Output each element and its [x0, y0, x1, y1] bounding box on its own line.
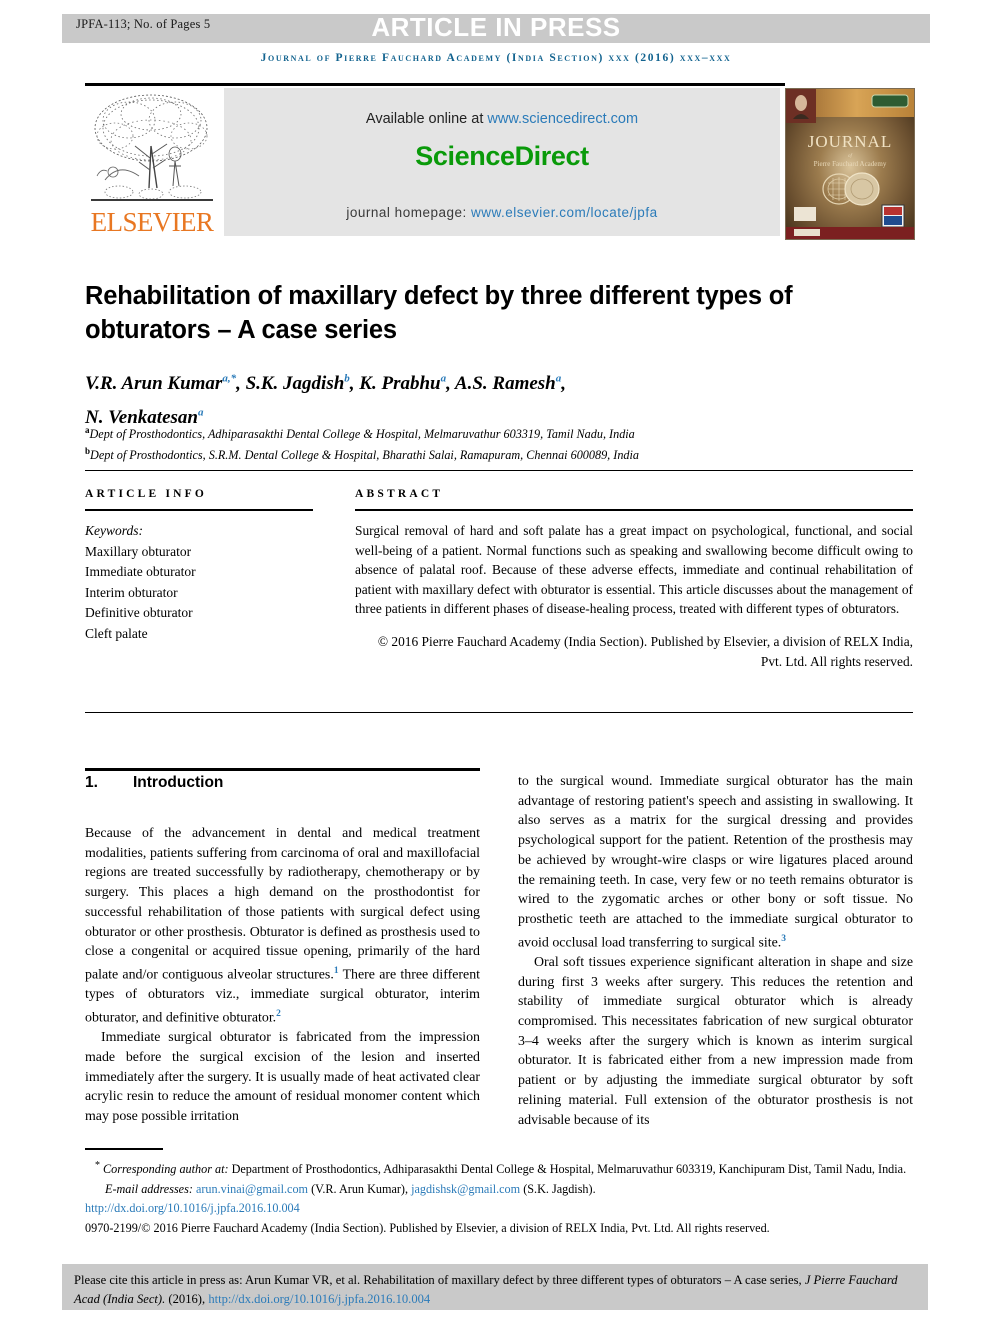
affiliation-a-text: Dept of Prosthodontics, Adhiparasakthi D… — [89, 427, 635, 442]
abstract-heading: ABSTRACT — [355, 488, 444, 500]
article-info-rule — [85, 509, 313, 511]
citation-reference[interactable]: 1 — [334, 966, 339, 976]
cite-doi-link[interactable]: http://dx.doi.org/10.1016/j.jpfa.2016.10… — [208, 1292, 430, 1306]
author-affil-marker: a,* — [222, 373, 237, 385]
email-owner-2: (S.K. Jagdish). — [523, 1181, 596, 1196]
issn-copyright-line: 0970-2199/© 2016 Pierre Fauchard Academy… — [85, 1220, 770, 1235]
author-name: K. Prabhu — [359, 373, 441, 395]
available-online-line: Available online at www.sciencedirect.co… — [224, 111, 780, 127]
abstract-copyright: © 2016 Pierre Fauchard Academy (India Se… — [377, 633, 913, 669]
email-label: E-mail addresses: — [105, 1181, 193, 1196]
svg-text:of: of — [848, 154, 853, 159]
paragraph: to the surgical wound. Immediate surgica… — [518, 774, 913, 951]
elsevier-logo: ELSEVIER — [85, 88, 219, 238]
page-title: Rehabilitation of maxillary defect by th… — [85, 282, 793, 345]
paragraph: Oral soft tissues experience significant… — [518, 954, 913, 1128]
citation-reference[interactable]: 3 — [781, 934, 786, 944]
available-online-prefix: Available online at — [365, 111, 488, 127]
author-name: V.R. Arun Kumar — [85, 373, 223, 395]
article-info-heading: ARTICLE INFO — [85, 488, 208, 500]
article-info-column: ARTICLE INFO Keywords: Maxillary obturat… — [85, 488, 315, 644]
introduction-top-rule — [85, 768, 480, 771]
author-affil-marker: b — [344, 373, 350, 385]
corresponding-author-text: Department of Prosthodontics, Adhiparasa… — [228, 1162, 907, 1177]
journal-homepage-link[interactable]: www.elsevier.com/locate/jpfa — [471, 205, 658, 220]
elsevier-tree-icon — [91, 94, 213, 201]
elsevier-wordmark: ELSEVIER — [90, 207, 214, 237]
body-column-left: Because of the advancement in dental and… — [85, 824, 480, 1127]
section-number: 1. — [85, 774, 98, 791]
journal-homepage-prefix: journal homepage: — [346, 205, 471, 220]
corresponding-author-marker: * — [95, 1160, 100, 1171]
author-affil-marker: a — [440, 373, 447, 385]
masthead: ELSEVIER Available online at www.science… — [85, 86, 915, 240]
keyword-item: Maxillary obturator — [85, 543, 192, 559]
doi-link[interactable]: http://dx.doi.org/10.1016/j.jpfa.2016.10… — [85, 1200, 915, 1218]
keywords-label: Keywords: — [85, 523, 143, 538]
abstract-block-top-rule — [85, 470, 913, 471]
sciencedirect-wordmark: ScienceDirect — [415, 141, 589, 171]
corresponding-author-label: Corresponding author at: — [103, 1162, 229, 1177]
journal-citation-line: Journal of Pierre Fauchard Academy (Indi… — [260, 52, 732, 64]
cite-year: (2016), — [165, 1291, 209, 1306]
sciencedirect-banner: Available online at www.sciencedirect.co… — [224, 88, 780, 236]
email-link-1[interactable]: arun.vinai@gmail.com — [196, 1182, 308, 1196]
svg-text:JOURNAL: JOURNAL — [808, 132, 892, 151]
abstract-block-bottom-rule — [85, 712, 913, 713]
cite-this-article-text: Please cite this article in press as: Ar… — [74, 1271, 916, 1308]
affiliation-b-text: Dept of Prosthodontics, S.R.M. Dental Co… — [90, 448, 639, 463]
author-entry: V.R. Arun Kumara,* — [85, 373, 236, 394]
svg-text:Pierre Fauchard Academy: Pierre Fauchard Academy — [814, 160, 887, 168]
affiliation-a: aDept of Prosthodontics, Adhiparasakthi … — [85, 425, 635, 442]
sciencedirect-link[interactable]: www.sciencedirect.com — [487, 111, 638, 127]
footnote-block: * Corresponding author at: Department of… — [85, 1157, 915, 1237]
citation-reference[interactable]: 2 — [276, 1009, 281, 1019]
footnote-separator-rule — [85, 1148, 163, 1150]
affiliation-b: bDept of Prosthodontics, S.R.M. Dental C… — [85, 446, 639, 463]
affiliation-list: aDept of Prosthodontics, Adhiparasakthi … — [85, 422, 875, 464]
author-entry: S.K. Jagdishb — [246, 373, 350, 394]
author-name: A.S. Ramesh — [454, 373, 556, 395]
abstract-rule — [355, 509, 913, 511]
keyword-item: Interim obturator — [85, 584, 178, 600]
author-entry: A.S. Ramesha — [455, 373, 561, 394]
author-entry: K. Prabhua — [359, 373, 446, 394]
journal-cover-thumbnail: JOURNAL of Pierre Fauchard Academy — [785, 88, 915, 240]
author-name: S.K. Jagdish — [245, 373, 345, 395]
section-title: Introduction — [133, 774, 224, 791]
corresponding-author-note: * Corresponding author at: Department of… — [85, 1157, 915, 1179]
cite-prefix: Please cite this article in press as: Ar… — [74, 1273, 805, 1287]
journal-cover-art: JOURNAL of Pierre Fauchard Academy — [786, 89, 914, 239]
paragraph: Immediate surgical obturator is fabricat… — [85, 1030, 480, 1125]
abstract-text: Surgical removal of hard and soft palate… — [355, 523, 913, 617]
section-heading-introduction: 1. Introduction — [85, 774, 485, 792]
article-in-press-text: ARTICLE IN PRESS — [371, 12, 621, 42]
author-affil-marker: a — [197, 406, 204, 419]
email-link-2[interactable]: jagdishsk@gmail.com — [411, 1182, 520, 1196]
body-column-right: to the surgical wound. Immediate surgica… — [518, 772, 913, 1130]
paragraph: Because of the advancement in dental and… — [85, 826, 480, 1026]
keyword-item: Definitive obturator — [85, 605, 193, 620]
keyword-item: Immediate obturator — [85, 564, 196, 579]
email-owner-1: (V.R. Arun Kumar) — [311, 1181, 405, 1196]
email-note: E-mail addresses: arun.vinai@gmail.com (… — [105, 1181, 596, 1196]
abstract-column: ABSTRACT Surgical removal of hard and so… — [355, 488, 913, 671]
journal-homepage-line: journal homepage: www.elsevier.com/locat… — [224, 205, 780, 220]
author-affil-marker: a — [555, 373, 562, 385]
keyword-item: Cleft palate — [85, 625, 148, 641]
